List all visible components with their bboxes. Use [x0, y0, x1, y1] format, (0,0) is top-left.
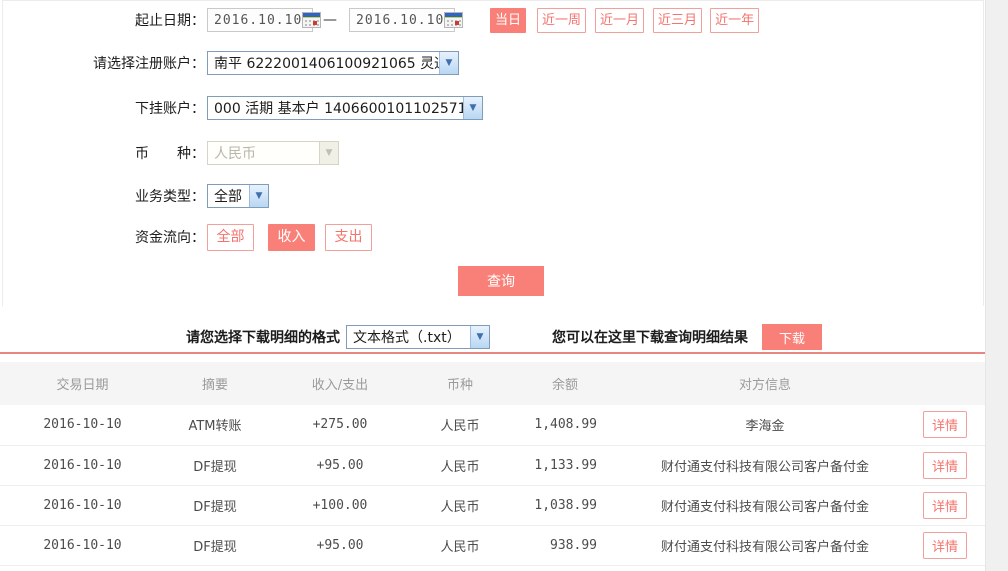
end-date-value: 2016.10.10 [356, 12, 445, 28]
fund-flow-label: 资金流向： [135, 230, 205, 246]
register-account-row: 请选择注册账户： 南平 6222001406100921065 灵通卡 ▼ [0, 50, 459, 76]
calendar-icon-today-mark [313, 21, 318, 25]
header-amount: 收入/支出 [311, 378, 369, 393]
cell-balance: 1,038.99 [534, 497, 597, 513]
header-balance: 余额 [551, 378, 578, 393]
business-type-label: 业务类型： [135, 189, 205, 205]
cell-counterparty: 财付通支付科技有限公司客户备付金 [660, 459, 869, 475]
table-row: 2016-10-10 ATM转账 +275.00 人民币 1,408.99 李海… [0, 405, 985, 445]
cell-amount: +100.00 [312, 497, 368, 513]
cell-summary: ATM转账 [188, 419, 242, 435]
cell-currency: 人民币 [440, 459, 480, 475]
quick-range-month-button[interactable]: 近一月 [595, 7, 645, 33]
business-type-select[interactable]: 全部 ▼ [207, 184, 269, 208]
header-detail [905, 362, 985, 405]
chevron-down-icon: ▼ [470, 326, 489, 348]
transaction-query-page: 起止日期： 2016.10.10 — 2016.10.10 当日 近一周 近一月… [0, 0, 1008, 571]
currency-label: 币 种： [135, 146, 205, 162]
currency-select: 人民币 ▼ [207, 141, 339, 165]
end-date-input[interactable]: 2016.10.10 [349, 8, 464, 32]
cell-currency: 人民币 [440, 539, 480, 555]
page-right-gutter [985, 0, 1008, 571]
header-currency: 币种 [446, 378, 473, 393]
header-counterparty: 对方信息 [738, 378, 791, 393]
detail-button[interactable]: 详情 [923, 411, 967, 439]
calendar-icon-today-mark [455, 21, 460, 25]
cell-amount: +95.00 [316, 457, 364, 473]
start-date-value: 2016.10.10 [214, 12, 303, 28]
header-date: 交易日期 [56, 378, 109, 393]
calendar-icon[interactable] [302, 12, 322, 28]
cell-detail: 详情 [905, 525, 985, 565]
fund-flow-expense-button[interactable]: 支出 [325, 223, 372, 251]
detail-button[interactable]: 详情 [923, 451, 967, 479]
register-account-select[interactable]: 南平 6222001406100921065 灵通卡 ▼ [207, 51, 459, 75]
table-row: 2016-10-10 DF提现 +95.00 人民币 1,133.99 财付通支… [0, 445, 985, 485]
quick-range-week-button[interactable]: 近一周 [537, 7, 587, 33]
table-row: 2016-10-10 DF提现 +100.00 人民币 1,038.99 财付通… [0, 485, 985, 525]
currency-row: 币 种： 人民币 ▼ [0, 140, 339, 166]
business-type-row: 业务类型： 全部 ▼ [0, 183, 269, 209]
download-hint: 您可以在这里下载查询明细结果 [552, 330, 748, 346]
table-header-row: 交易日期 摘要 收入/支出 币种 余额 对方信息 [0, 362, 985, 405]
calendar-icon[interactable] [444, 12, 464, 28]
cell-balance: 1,408.99 [534, 417, 597, 433]
chevron-down-icon: ▼ [249, 185, 268, 207]
chevron-down-icon: ▼ [463, 97, 482, 119]
cell-summary: DF提现 [193, 539, 237, 555]
business-type-value: 全部 [214, 189, 242, 205]
cell-date: 2016-10-10 [43, 457, 122, 473]
fund-flow-all-button[interactable]: 全部 [207, 223, 254, 251]
download-format-select[interactable]: 文本格式（.txt） ▼ [346, 325, 490, 349]
section-divider-line [0, 352, 985, 354]
cell-date: 2016-10-10 [43, 537, 122, 553]
sub-account-select[interactable]: 000 活期 基本户 1406600101102571848 ▼ [207, 96, 483, 120]
fund-flow-row: 资金流向： 全部 收入 支出 [0, 223, 372, 251]
sub-account-row: 下挂账户： 000 活期 基本户 1406600101102571848 ▼ [0, 95, 483, 121]
cell-currency: 人民币 [440, 499, 480, 515]
currency-value: 人民币 [214, 146, 256, 162]
cell-date: 2016-10-10 [43, 497, 122, 513]
cell-detail: 详情 [905, 445, 985, 485]
cell-counterparty: 财付通支付科技有限公司客户备付金 [660, 539, 869, 555]
date-separator: — [323, 12, 337, 28]
date-range-row: 起止日期： 2016.10.10 — 2016.10.10 当日 近一周 近一月… [0, 7, 760, 33]
cell-balance: 938.99 [550, 537, 597, 553]
cell-counterparty: 李海金 [745, 419, 785, 435]
cell-summary: DF提现 [193, 499, 237, 515]
detail-button[interactable]: 详情 [923, 531, 967, 559]
header-summary: 摘要 [201, 378, 228, 393]
detail-button[interactable]: 详情 [923, 491, 967, 519]
fund-flow-income-button[interactable]: 收入 [268, 223, 315, 251]
quick-range-today-button[interactable]: 当日 [490, 7, 527, 33]
cell-date: 2016-10-10 [43, 417, 122, 433]
register-account-label: 请选择注册账户： [93, 56, 205, 72]
download-bar: 请您选择下载明细的格式 文本格式（.txt） ▼ 您可以在这里下载查询明细结果 … [186, 323, 822, 351]
cell-detail: 详情 [905, 405, 985, 445]
cell-detail: 详情 [905, 485, 985, 525]
cell-amount: +275.00 [312, 417, 368, 433]
cell-currency: 人民币 [440, 419, 480, 435]
start-date-input[interactable]: 2016.10.10 [207, 8, 322, 32]
register-account-value: 南平 6222001406100921065 灵通卡 [214, 56, 439, 72]
download-format-label: 请您选择下载明细的格式 [186, 330, 340, 346]
sub-account-value: 000 活期 基本户 1406600101102571848 [214, 101, 463, 117]
chevron-down-icon: ▼ [319, 142, 338, 164]
query-button[interactable]: 查询 [458, 266, 544, 296]
date-range-label: 起止日期： [135, 13, 205, 29]
quick-range-year-button[interactable]: 近一年 [710, 7, 760, 33]
transactions-table: 交易日期 摘要 收入/支出 币种 余额 对方信息 2016-10-10 ATM转… [0, 362, 985, 566]
cell-amount: +95.00 [316, 537, 364, 553]
calendar-icon-header [445, 13, 463, 18]
cell-balance: 1,133.99 [534, 457, 597, 473]
sub-account-label: 下挂账户： [135, 101, 205, 117]
quick-range-quarter-button[interactable]: 近三月 [653, 7, 703, 33]
table-row: 2016-10-10 DF提现 +95.00 人民币 938.99 财付通支付科… [0, 525, 985, 565]
cell-counterparty: 财付通支付科技有限公司客户备付金 [660, 499, 869, 515]
download-button[interactable]: 下载 [762, 324, 822, 350]
download-format-value: 文本格式（.txt） [353, 330, 461, 346]
cell-summary: DF提现 [193, 459, 237, 475]
calendar-icon-header [303, 13, 321, 18]
chevron-down-icon: ▼ [439, 52, 458, 74]
